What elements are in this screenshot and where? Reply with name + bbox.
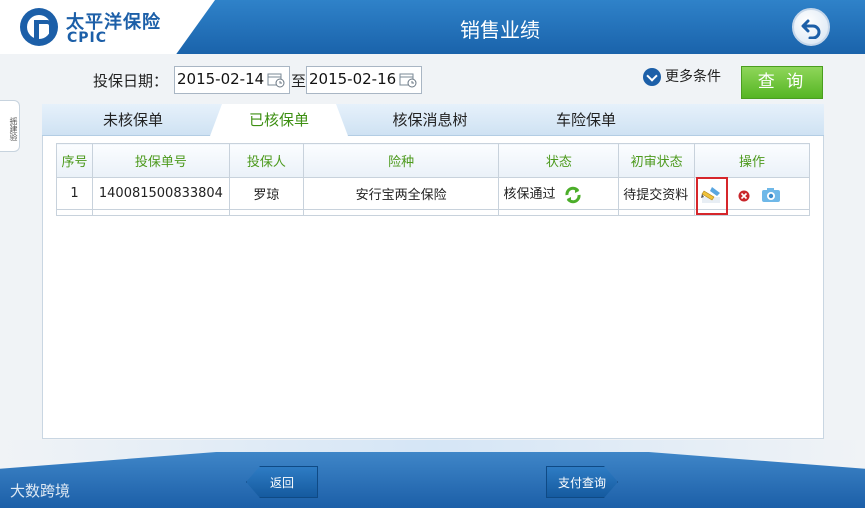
cell-first-review: 待提交资料	[618, 177, 696, 210]
edit-pen-icon[interactable]	[700, 185, 724, 209]
start-date-value: 2015-02-14	[177, 70, 265, 88]
tab-verified[interactable]: 已核保单	[210, 104, 348, 136]
calendar-icon[interactable]	[267, 72, 285, 88]
header-first-review: 初审状态	[618, 143, 696, 178]
header-product: 险种	[302, 143, 500, 178]
delete-icon[interactable]	[738, 190, 750, 206]
tab-bar: 未核保单 已核保单 核保消息树 车险保单	[42, 104, 824, 136]
brand-name-en: CPIC	[67, 30, 108, 46]
undo-arrow-icon	[801, 19, 821, 39]
query-button[interactable]: 查 询	[741, 66, 823, 99]
header-status: 状态	[498, 143, 620, 178]
end-date-field[interactable]: 2015-02-16	[306, 66, 422, 94]
more-conditions-toggle[interactable]: 更多条件	[643, 66, 721, 86]
header-back-button[interactable]	[792, 8, 830, 46]
app-footer	[0, 452, 865, 508]
refresh-icon[interactable]	[564, 186, 582, 204]
policy-table: 序号 投保单号 投保人 险种 状态 初审状态 操作 1 140081500833…	[56, 143, 810, 216]
end-date-value: 2015-02-16	[309, 70, 397, 88]
cell-product: 安行宝两全保险	[302, 177, 500, 210]
cell-status: 核保通过	[498, 177, 620, 210]
side-drawer-tab[interactable]: 摇建验	[0, 100, 20, 152]
status-text: 核保通过	[503, 187, 556, 203]
cpic-logo-icon	[20, 8, 58, 46]
table-row[interactable]: 1 140081500833804 罗琼 安行宝两全保险 核保通过 待提交资料	[56, 177, 810, 215]
header-policy-no: 投保单号	[91, 143, 230, 178]
header-actions: 操作	[694, 143, 810, 178]
cell-policy-no: 140081500833804	[91, 177, 230, 210]
more-conditions-label: 更多条件	[665, 69, 721, 85]
calendar-icon[interactable]	[399, 72, 417, 88]
page-title: 销售业绩	[460, 18, 540, 42]
start-date-field[interactable]: 2015-02-14	[174, 66, 290, 94]
tab-auto-policies[interactable]: 车险保单	[546, 104, 626, 136]
tab-unverified[interactable]: 未核保单	[88, 104, 178, 136]
date-filter-label: 投保日期：	[93, 72, 169, 90]
date-range-separator: 至	[291, 72, 307, 90]
back-button[interactable]: 返回	[246, 466, 318, 498]
tab-underwriting-messages[interactable]: 核保消息树	[380, 104, 480, 136]
cell-holder: 罗琼	[228, 177, 304, 210]
action-icons	[701, 185, 793, 207]
cell-index: 1	[56, 177, 93, 210]
table-header-row: 序号 投保单号 投保人 险种 状态 初审状态 操作	[56, 143, 810, 178]
header-holder: 投保人	[228, 143, 304, 178]
watermark-text: 大数跨境	[10, 482, 71, 500]
cell-actions	[694, 177, 810, 215]
payment-query-button[interactable]: 支付查询	[546, 466, 618, 498]
camera-icon[interactable]	[761, 187, 781, 207]
chevron-down-icon	[643, 68, 661, 86]
header-index: 序号	[56, 143, 93, 178]
